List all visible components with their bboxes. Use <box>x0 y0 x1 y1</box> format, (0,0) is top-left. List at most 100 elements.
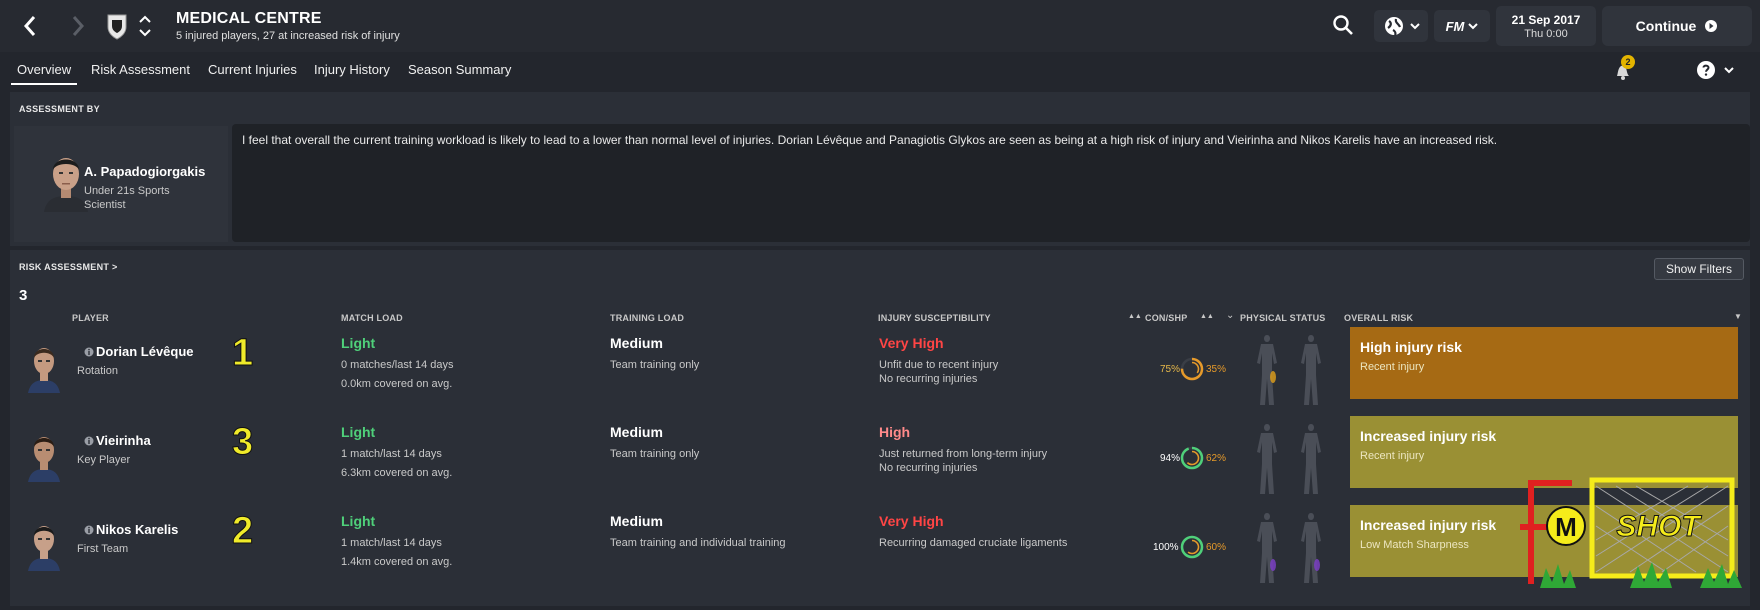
player-avatar[interactable] <box>24 339 64 393</box>
match-load-detail: 1 match/last 14 days <box>341 537 442 549</box>
search-button[interactable] <box>1332 14 1354 36</box>
match-load-value: Light <box>341 424 376 440</box>
match-load-detail: 0 matches/last 14 days <box>341 359 454 371</box>
assessor-name: A. Papadogiorgakis <box>84 164 206 179</box>
susceptibility-detail: Unfit due to recent injury <box>879 359 999 371</box>
match-load-value: Light <box>341 513 376 529</box>
watermark-letter-m: M <box>1555 512 1577 542</box>
chevron-down-icon <box>1724 67 1734 74</box>
injury-susceptibility-value: High <box>879 424 911 440</box>
column-header-physical-status[interactable]: PHYSICAL STATUS <box>1240 313 1326 323</box>
info-icon[interactable] <box>84 525 94 535</box>
training-load-detail: Team training only <box>610 448 700 460</box>
risk-detail: Recent injury <box>1360 361 1425 373</box>
sort-arrows-icon[interactable]: ▲▲ <box>1128 313 1142 320</box>
risk-count: 3 <box>19 287 28 304</box>
training-load-value: Medium <box>610 513 663 529</box>
risk-title: Increased injury risk <box>1360 428 1497 444</box>
column-header-player[interactable]: PLAYER <box>72 313 109 323</box>
risk-assessment-link[interactable]: RISK ASSESSMENT > <box>19 262 118 272</box>
risk-detail: Low Match Sharpness <box>1360 539 1469 551</box>
sort-down-icon[interactable]: ⌄ <box>1226 310 1234 321</box>
training-load-detail: Team training and individual training <box>610 537 786 549</box>
info-icon[interactable] <box>84 436 94 446</box>
condition-percent: 94% <box>1160 453 1181 464</box>
assessor-role: Under 21s Sports Scientist <box>84 185 170 211</box>
condition-percent: 100% <box>1153 542 1179 553</box>
assessment-text: I feel that overall the current training… <box>242 133 1498 147</box>
date-text: 21 Sep 2017 <box>1511 13 1581 27</box>
column-menu-icon[interactable]: ▼ <box>1734 312 1742 321</box>
back-button[interactable] <box>18 12 42 40</box>
body-back-figure <box>1301 424 1321 494</box>
chevron-left-icon <box>23 16 36 36</box>
page-subtitle: 5 injured players, 27 at increased risk … <box>176 30 400 42</box>
body-front-figure <box>1257 513 1277 583</box>
top-bar: MEDICAL CENTRE 5 injured players, 27 at … <box>0 0 1760 52</box>
forward-button[interactable] <box>66 12 90 40</box>
match-load-detail: 1 match/last 14 days <box>341 448 442 460</box>
fm-shot-watermark-logo: M SHOT <box>1520 477 1742 588</box>
player-role: Rotation <box>77 365 118 377</box>
match-load-distance: 1.4km covered on avg. <box>341 556 453 568</box>
condition-sharpness-ring <box>1180 446 1204 470</box>
shield-icon <box>107 14 127 40</box>
show-filters-button[interactable]: Show Filters <box>1654 258 1744 280</box>
fm-menu-button[interactable]: FM <box>1434 10 1490 42</box>
sort-arrows-icon[interactable]: ▲▲ <box>1200 313 1214 320</box>
player-name[interactable]: Dorian Lévêque <box>96 344 194 359</box>
body-front-figure <box>1257 335 1277 405</box>
training-load-value: Medium <box>610 424 663 440</box>
player-avatar[interactable] <box>24 428 64 482</box>
sharpness-percent: 60% <box>1206 542 1227 553</box>
continue-label: Continue <box>1635 18 1697 34</box>
club-switcher[interactable] <box>138 12 152 40</box>
body-front-figure <box>1257 424 1277 494</box>
fm-logo: FM <box>1445 18 1465 34</box>
column-header-overall-risk[interactable]: OVERALL RISK <box>1344 313 1413 323</box>
column-header-match-load[interactable]: MATCH LOAD <box>341 313 403 323</box>
injury-susceptibility-value: Very High <box>879 513 944 529</box>
overall-risk-box[interactable]: High injury risk Recent injury <box>1350 327 1738 399</box>
help-button[interactable] <box>1696 58 1740 82</box>
continue-button[interactable]: Continue <box>1602 6 1752 46</box>
world-menu-button[interactable] <box>1374 10 1428 42</box>
assessor-card[interactable]: A. Papadogiorgakis Under 21s Sports Scie… <box>14 126 228 242</box>
column-header-con-shp[interactable]: CON/SHP <box>1145 313 1187 323</box>
tab-season-summary[interactable]: Season Summary <box>408 62 511 77</box>
tab-risk-assessment[interactable]: Risk Assessment <box>91 62 190 77</box>
condition-sharpness-ring <box>1180 535 1204 559</box>
table-row[interactable]: Dorian Lévêque Rotation 1 Light 0 matche… <box>14 327 1750 415</box>
tab-injury-history[interactable]: Injury History <box>314 62 390 77</box>
globe-icon <box>1384 17 1403 36</box>
player-role: Key Player <box>77 454 131 466</box>
sharpness-percent: 62% <box>1206 453 1227 464</box>
column-header-training-load[interactable]: TRAINING LOAD <box>610 313 684 323</box>
training-load-value: Medium <box>610 335 663 351</box>
risk-title: Increased injury risk <box>1360 517 1497 533</box>
body-back-figure <box>1301 513 1321 583</box>
susceptibility-recurring: No recurring injuries <box>879 462 978 474</box>
tab-current-injuries[interactable]: Current Injuries <box>208 62 297 77</box>
chevron-updown-icon <box>139 15 151 37</box>
tab-overview[interactable]: Overview <box>10 62 78 85</box>
date-display[interactable]: 21 Sep 2017 Thu 0:00 <box>1496 6 1596 46</box>
player-avatar[interactable] <box>24 517 64 571</box>
player-rank-number: 2 <box>231 510 254 552</box>
chevron-down-icon <box>1409 23 1420 30</box>
assessment-text-box: I feel that overall the current training… <box>232 124 1750 242</box>
tab-bar: Overview Risk Assessment Current Injurie… <box>0 52 1760 86</box>
chevron-right-icon <box>72 16 85 36</box>
susceptibility-detail: Just returned from long-term injury <box>879 448 1048 460</box>
info-icon[interactable] <box>84 347 94 357</box>
table-row[interactable]: Nikos Karelis First Team 2 Light 1 match… <box>14 505 1750 593</box>
time-text: Thu 0:00 <box>1524 28 1568 40</box>
table-row[interactable]: Vieirinha Key Player 3 Light 1 match/las… <box>14 416 1750 504</box>
column-header-injury-susceptibility[interactable]: INJURY SUSCEPTIBILITY <box>878 313 991 323</box>
assessment-section-label: ASSESSMENT BY <box>19 104 100 114</box>
player-rank-number: 1 <box>231 332 254 374</box>
player-name[interactable]: Vieirinha <box>96 433 151 448</box>
player-name[interactable]: Nikos Karelis <box>96 522 178 537</box>
search-icon <box>1333 15 1353 35</box>
club-badge[interactable] <box>106 12 128 40</box>
